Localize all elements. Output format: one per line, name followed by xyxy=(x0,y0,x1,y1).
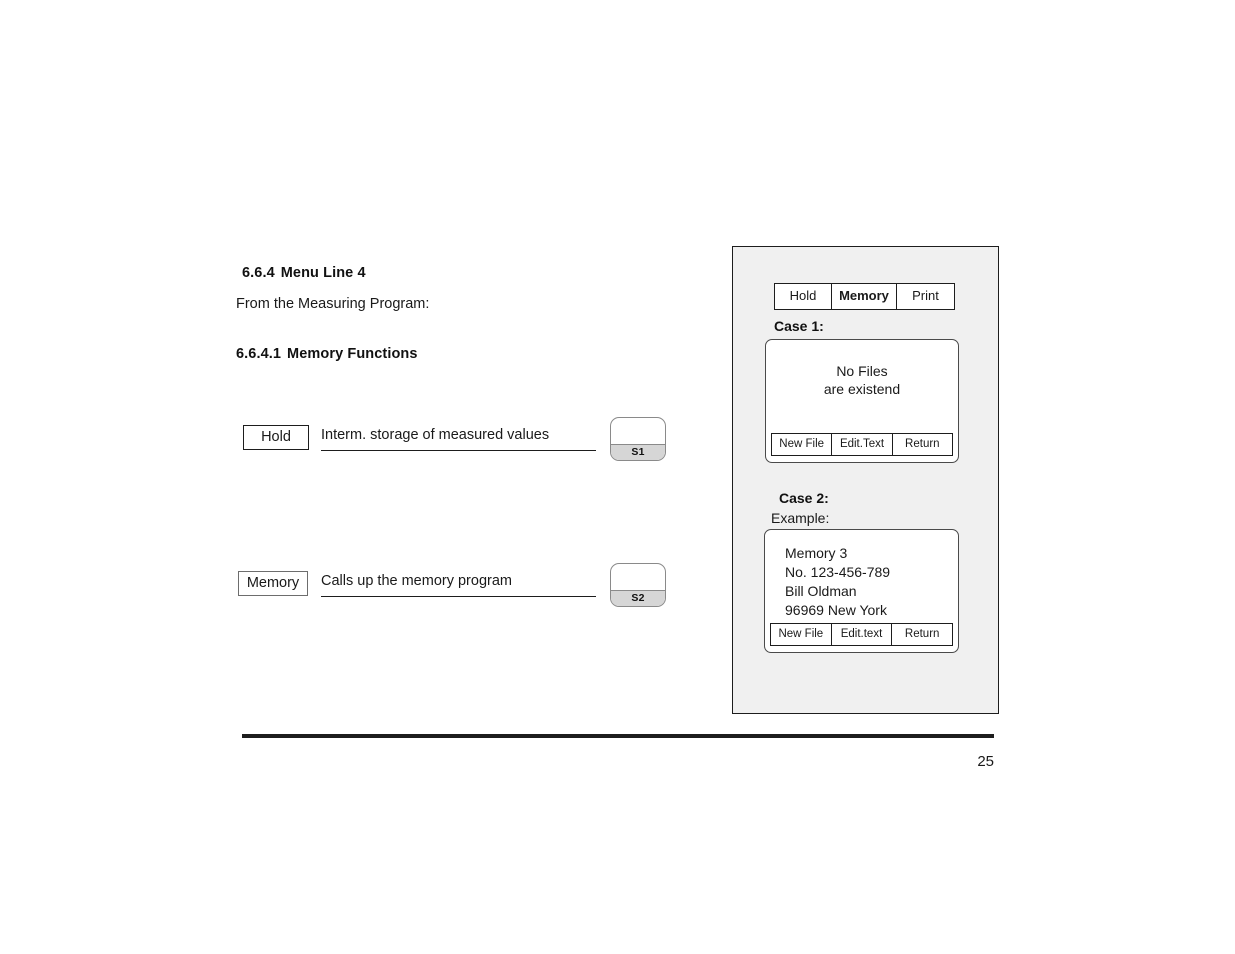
function-description-hold: Interm. storage of measured values xyxy=(321,425,596,451)
softkey-new-file[interactable]: New File xyxy=(771,624,831,645)
softkey-return[interactable]: Return xyxy=(891,624,952,645)
screen-softkey-bar-case-2: New File Edit.text Return xyxy=(770,623,953,646)
softkey-label-s2: S2 xyxy=(611,590,665,606)
screen-line: Bill Oldman xyxy=(785,583,857,599)
screen-line: are existend xyxy=(823,381,901,397)
softkey-return[interactable]: Return xyxy=(891,434,952,455)
softkey-label-s1: S1 xyxy=(611,444,665,460)
function-description-memory: Calls up the memory program xyxy=(321,571,596,597)
screen-softkey-bar-case-1: New File Edit.Text Return xyxy=(771,433,953,456)
page-number: 25 xyxy=(977,753,994,770)
screen-message-case-2: Memory 3 No. 123-456-789 Bill Oldman 969… xyxy=(785,544,950,620)
subsection-number: 6.6.4.1 xyxy=(236,346,282,362)
device-screen-case-2: Memory 3 No. 123-456-789 Bill Oldman 969… xyxy=(764,529,959,653)
subsection-title: Memory Functions xyxy=(287,346,418,362)
softkey-edit-text[interactable]: Edit.text xyxy=(830,624,892,645)
case-1-label: Case 1: xyxy=(774,318,824,334)
softkey-graphic-s1: S1 xyxy=(610,417,666,461)
softkey-graphic-s2: S2 xyxy=(610,563,666,607)
key-button-memory[interactable]: Memory xyxy=(238,571,308,596)
softkey-edit-text[interactable]: Edit.Text xyxy=(831,434,891,455)
screen-line: No Files xyxy=(836,363,888,379)
section-number: 6.6.4 xyxy=(242,265,275,281)
intro-paragraph: From the Measuring Program: xyxy=(236,296,430,312)
case-2-label: Case 2: xyxy=(779,490,829,506)
function-row-hold: Hold Interm. storage of measured values … xyxy=(236,417,706,467)
section-heading: 6.6.4 Menu Line 4 xyxy=(242,265,366,281)
device-menubar: Hold Memory Print xyxy=(774,283,955,310)
screen-line: 96969 New York xyxy=(785,602,887,618)
illustration-panel: Hold Memory Print Case 1: No Files are e… xyxy=(732,246,999,714)
case-2-example-label: Example: xyxy=(771,510,830,526)
screen-line: Memory 3 xyxy=(785,545,848,561)
subsection-heading: 6.6.4.1 Memory Functions xyxy=(236,346,418,362)
softkey-new-file[interactable]: New File xyxy=(772,434,831,455)
footer-divider xyxy=(242,734,994,738)
menubar-item-print[interactable]: Print xyxy=(896,284,954,309)
screen-line: No. 123-456-789 xyxy=(785,564,891,580)
section-title: Menu Line 4 xyxy=(280,265,366,281)
menubar-item-memory[interactable]: Memory xyxy=(831,284,896,309)
screen-message-case-1: No Files are existend xyxy=(766,362,958,398)
menubar-item-hold[interactable]: Hold xyxy=(775,284,831,309)
function-row-memory: Memory Calls up the memory program S2 xyxy=(236,563,706,613)
manual-page: 6.6.4 Menu Line 4 From the Measuring Prog… xyxy=(0,0,1235,954)
key-button-hold[interactable]: Hold xyxy=(243,425,309,450)
device-screen-case-1: No Files are existend New File Edit.Text… xyxy=(765,339,959,463)
